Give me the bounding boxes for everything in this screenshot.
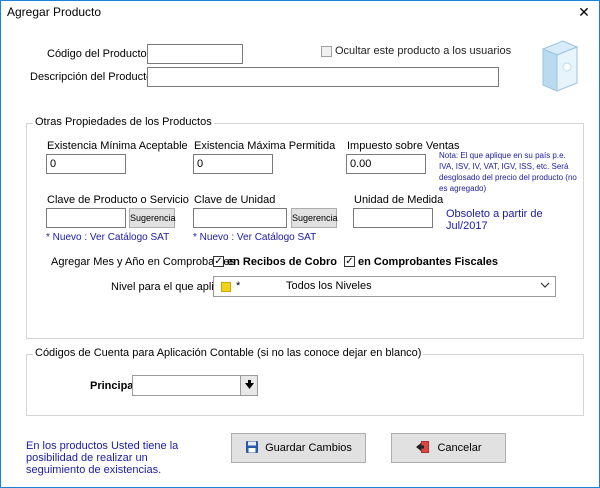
level-value: Todos los Niveles	[286, 280, 372, 292]
title-bar: Agregar Producto ✕	[1, 1, 599, 23]
obsolete-note: Obsoleto a partir de Jul/2017	[446, 208, 543, 232]
exit-door-icon	[415, 440, 431, 457]
save-disk-icon	[245, 440, 259, 457]
uom-label: Unidad de Medida	[354, 194, 444, 206]
sat-code-label: Clave de Producto o Servicio	[47, 194, 189, 206]
fiscal-label: en Comprobantes Fiscales	[358, 256, 498, 268]
unit-key-input[interactable]	[193, 208, 287, 228]
unit-key-label: Clave de Unidad	[194, 194, 276, 206]
sat-code-suggest-button[interactable]: Sugerencia	[129, 208, 176, 228]
level-select[interactable]: * Todos los Niveles	[213, 276, 556, 297]
level-star: *	[236, 280, 241, 292]
sales-tax-input[interactable]	[346, 154, 426, 174]
tracking-info-text: En los productos Usted tiene la posibili…	[26, 440, 179, 476]
receipts-label: en Recibos de Cobro	[227, 256, 338, 268]
sat-catalog-link[interactable]: * Nuevo : Ver Catálogo SAT	[46, 232, 169, 243]
min-stock-label: Existencia Mínima Aceptable	[47, 140, 188, 152]
level-label: Nivel para el que aplica	[111, 281, 226, 293]
receipts-checkbox[interactable]: ✓	[213, 256, 224, 267]
unit-key-suggest-button[interactable]: Sugerencia	[291, 208, 338, 228]
dropdown-arrow-icon[interactable]	[240, 376, 257, 395]
close-button[interactable]: ✕	[569, 1, 599, 23]
sat-code-input[interactable]	[46, 208, 126, 228]
save-button[interactable]: Guardar Cambios	[231, 433, 366, 463]
max-stock-label: Existencia Máxima Permitida	[194, 140, 336, 152]
add-month-label: Agregar Mes y Año en Comprobantes	[51, 256, 236, 268]
product-desc-input[interactable]	[147, 67, 499, 87]
min-stock-input[interactable]	[46, 154, 126, 174]
max-stock-input[interactable]	[193, 154, 273, 174]
unit-sat-catalog-link[interactable]: * Nuevo : Ver Catálogo SAT	[193, 232, 316, 243]
save-button-label: Guardar Cambios	[265, 442, 352, 454]
main-account-select[interactable]	[132, 375, 258, 396]
uom-input[interactable]	[353, 208, 433, 228]
chevron-down-icon[interactable]	[540, 280, 550, 293]
cancel-button[interactable]: Cancelar	[391, 433, 506, 463]
tax-note: Nota: El que aplique en su país p.e. IVA…	[439, 151, 577, 193]
hide-product-checkbox[interactable]	[321, 46, 332, 57]
level-color-swatch	[221, 282, 231, 292]
main-account-label: Principal	[90, 380, 137, 392]
hide-product-label: Ocultar este producto a los usuarios	[335, 45, 512, 57]
product-code-label: Código del Producto	[47, 48, 147, 60]
other-properties-title: Otras Propiedades de los Productos	[33, 116, 214, 128]
accounts-group-title: Códigos de Cuenta para Aplicación Contab…	[33, 347, 424, 359]
window-title: Agregar Producto	[7, 5, 102, 19]
cancel-button-label: Cancelar	[437, 442, 482, 454]
product-box-icon	[539, 37, 579, 93]
add-product-window: Agregar Producto ✕ Código del Producto O…	[0, 0, 600, 488]
product-desc-label: Descripción del Producto	[30, 71, 153, 83]
fiscal-checkbox[interactable]: ✓	[344, 256, 355, 267]
dialog-body: Código del Producto Ocultar este product…	[1, 23, 599, 487]
product-code-input[interactable]	[147, 44, 243, 64]
